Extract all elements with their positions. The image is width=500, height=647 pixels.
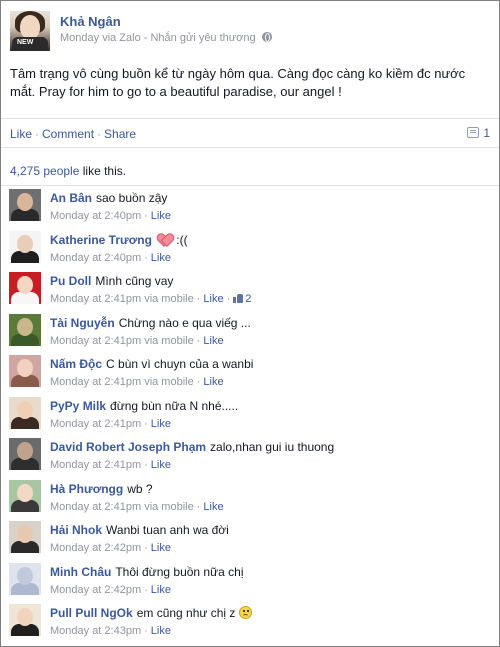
post-text: Tâm trạng vô cùng buồn kể từ ngày hôm qu… — [10, 66, 466, 99]
likes-count-link[interactable]: 4,275 people — [10, 164, 79, 178]
comment-timestamp-link[interactable]: Monday at 2:41pm — [50, 459, 141, 471]
comment-text: sao buồn zậy — [96, 191, 168, 205]
commenter-avatar[interactable] — [9, 563, 41, 595]
commenter-avatar[interactable] — [9, 480, 41, 512]
comment-timestamp-link[interactable]: Monday at 2:41pm — [50, 293, 141, 305]
likes-summary-text: like this. — [79, 164, 127, 178]
comment-like-link[interactable]: Like — [151, 210, 171, 222]
comment-like-link[interactable]: Like — [151, 584, 171, 596]
commenter-name-link[interactable]: Tài Nguyễn — [50, 316, 115, 330]
thumbs-up-icon — [233, 293, 244, 303]
comment-like-link[interactable]: Like — [151, 542, 171, 554]
comment-item: PyPy Milk đừng bùn nữa N nhé..... Monday a… — [9, 397, 491, 435]
comment-link[interactable]: Comment — [42, 127, 94, 141]
comment-bubble-icon — [467, 127, 480, 138]
comment-timestamp-link[interactable]: Monday at 2:42pm — [50, 584, 141, 596]
comment-timestamp-link[interactable]: Monday at 2:41pm — [50, 418, 141, 430]
commenter-avatar[interactable] — [9, 314, 41, 346]
comment-via: via mobile — [144, 293, 194, 305]
commenter-avatar[interactable] — [9, 355, 41, 387]
comment-like-link[interactable]: Like — [203, 293, 223, 305]
comment-text: zalo,nhan gui iu thuong — [210, 440, 335, 454]
comment-item: David Robert Joseph Phạm zalo,nhan gui iu… — [9, 438, 491, 476]
comment-text: đừng bùn nữa N nhé..... — [110, 399, 239, 413]
post-action-bar: Like · Comment · Share 1 — [1, 118, 499, 148]
comment-text: wb ? — [127, 482, 153, 496]
comment-timestamp-link[interactable]: Monday at 2:40pm — [50, 252, 141, 264]
comment-timestamp-link[interactable]: Monday at 2:43pm — [50, 625, 141, 637]
commenter-avatar[interactable] — [9, 397, 41, 429]
comment-like-link[interactable]: Like — [151, 625, 171, 637]
comment-item: Pull Pull NgOk em cũng như chị z Monday a… — [9, 604, 491, 642]
comment-like-count[interactable]: 2 — [233, 293, 251, 305]
commenter-name-link[interactable]: Minh Châu — [50, 565, 111, 579]
heart-emoji-icon — [158, 234, 171, 246]
commenter-name-link[interactable]: An Bân — [50, 191, 92, 205]
commenter-avatar[interactable] — [9, 521, 41, 553]
commenter-avatar[interactable] — [9, 231, 41, 263]
post-meta: Monday via Zalo - Nhắn gửi yêu thương — [60, 32, 272, 44]
commenter-name-link[interactable]: Pu Doll — [50, 274, 91, 288]
comment-text: em cũng như chị z — [136, 606, 236, 620]
comment-item: Katherine Trương :((Monday at 2:40pm · Lik… — [9, 231, 491, 269]
comment-like-link[interactable]: Like — [203, 376, 223, 388]
comment-timestamp-link[interactable]: Monday at 2:41pm — [50, 501, 141, 513]
comment-text: :(( — [176, 233, 188, 247]
likes-summary: 4,275 people like this. — [1, 148, 499, 186]
commenter-name-link[interactable]: Pull Pull NgOk — [50, 606, 133, 620]
commenter-name-link[interactable]: PyPy Milk — [50, 399, 106, 413]
sad-face-emoji-icon — [238, 606, 252, 619]
comment-via: via mobile — [144, 335, 194, 347]
avatar-shirt-text: NEW — [17, 39, 34, 46]
comment-text: Mình cũng vay — [95, 274, 174, 288]
comment-like-link[interactable]: Like — [151, 252, 171, 264]
comment-via: via mobile — [144, 376, 194, 388]
post-meta-text: Monday via Zalo - Nhắn gửi yêu thương — [60, 32, 256, 44]
share-link[interactable]: Share — [104, 127, 136, 141]
comment-item: Minh Châu Thôi đừng buồn nữa chị Monday at… — [9, 563, 491, 601]
comment-item: An Bân sao buồn zậy Monday at 2:40pm · Like — [9, 189, 491, 227]
commenter-avatar[interactable] — [9, 604, 41, 636]
comment-like-link[interactable]: Like — [203, 335, 223, 347]
commenter-avatar[interactable] — [9, 189, 41, 221]
author-avatar[interactable]: NEW — [10, 11, 50, 51]
comment-like-link[interactable]: Like — [151, 418, 171, 430]
comment-item: Nấm Độc C bùn vì chuyn của a wanbi Monday … — [9, 355, 491, 393]
comment-text: Thôi đừng buồn nữa chị — [115, 565, 244, 579]
comment-text: Chừng nào e qua viếg ... — [118, 316, 251, 330]
commenter-avatar[interactable] — [9, 438, 41, 470]
comment-count-value: 1 — [483, 126, 490, 140]
comment-via: via mobile — [144, 501, 194, 513]
comment-item: Hải Nhok Wanbi tuan anh wa đời Monday at 2… — [9, 521, 491, 559]
comment-timestamp-link[interactable]: Monday at 2:40pm — [50, 210, 141, 222]
comment-like-link[interactable]: Like — [203, 501, 223, 513]
comment-count-button[interactable]: 1 — [467, 126, 490, 140]
comment-like-link[interactable]: Like — [151, 459, 171, 471]
globe-icon — [261, 32, 272, 42]
commenter-name-link[interactable]: Hà Phươngg — [50, 482, 123, 496]
post-actions: Like · Comment · Share — [10, 127, 137, 141]
comment-timestamp-link[interactable]: Monday at 2:41pm — [50, 376, 141, 388]
commenter-avatar[interactable] — [9, 272, 41, 304]
author-name-link[interactable]: Khả Ngân — [60, 14, 121, 29]
comment-timestamp-link[interactable]: Monday at 2:42pm — [50, 542, 141, 554]
comment-item: Pu Doll Mình cũng vay Monday at 2:41pm via… — [9, 272, 491, 310]
comment-item: Tài Nguyễn Chừng nào e qua viếg ... Monday… — [9, 314, 491, 352]
commenter-name-link[interactable]: Katherine Trương — [50, 233, 152, 247]
commenter-name-link[interactable]: Nấm Độc — [50, 357, 102, 371]
comment-text: C bùn vì chuyn của a wanbi — [106, 357, 254, 371]
facebook-post-frame: NEW Khả Ngân Monday via Zalo - Nhắn gửi … — [0, 0, 500, 647]
post-header: NEW Khả Ngân Monday via Zalo - Nhắn gửi … — [10, 11, 490, 53]
commenter-name-link[interactable]: David Robert Joseph Phạm — [50, 440, 206, 454]
comment-text: Wanbi tuan anh wa đời — [106, 523, 229, 537]
commenter-name-link[interactable]: Hải Nhok — [50, 523, 102, 537]
like-link[interactable]: Like — [10, 127, 32, 141]
comment-item: Hà Phươngg wb ? Monday at 2:41pm via mobil… — [9, 480, 491, 518]
comment-timestamp-link[interactable]: Monday at 2:41pm — [50, 335, 141, 347]
